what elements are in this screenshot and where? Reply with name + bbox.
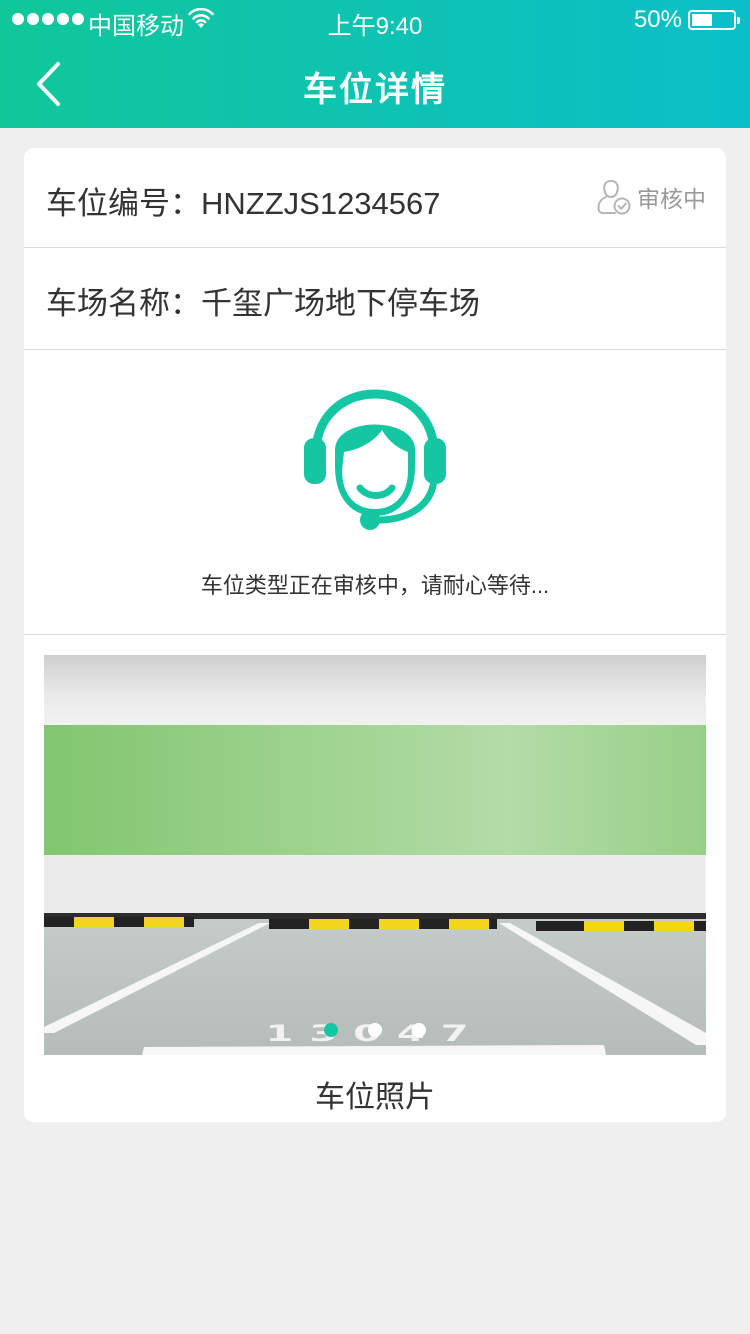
carousel-dot[interactable] <box>412 1023 426 1037</box>
header-bar: 中国移动 上午9:40 50% 车位详情 <box>0 0 750 128</box>
review-message: 车位类型正在审核中，请耐心等待... <box>200 573 550 598</box>
carousel-dot[interactable] <box>368 1023 382 1037</box>
battery-icon <box>688 10 740 30</box>
customer-service-icon <box>304 389 446 530</box>
carousel-dot[interactable] <box>324 1023 338 1037</box>
battery-percent: 50% <box>633 6 682 33</box>
parking-photo-carousel[interactable]: 13047 <box>44 655 706 1055</box>
nav-bar: 车位详情 <box>0 40 750 128</box>
user-check-icon <box>597 179 631 215</box>
photo-caption: 车位照片 <box>315 1081 435 1114</box>
review-status-label: 审核中 <box>637 186 706 212</box>
review-section: 车位类型正在审核中，请耐心等待... <box>24 350 726 635</box>
parking-space-photo: 13047 <box>44 655 706 1055</box>
page-title: 车位详情 <box>303 71 447 109</box>
space-number: 车位编号：HNZZJS1234567 <box>46 186 441 221</box>
status-bar: 中国移动 上午9:40 50% <box>0 0 750 40</box>
review-status-badge[interactable]: 审核中 <box>597 178 706 216</box>
lot-name: 车场名称：千玺广场地下停车场 <box>46 286 480 321</box>
lot-name-row: 车场名称：千玺广场地下停车场 <box>24 248 726 350</box>
parking-space-card: 车位编号：HNZZJS1234567 审核中 车场名称：千玺广场地下停车场 车位… <box>24 148 726 1122</box>
carousel-indicators <box>44 1023 706 1037</box>
space-number-row: 车位编号：HNZZJS1234567 审核中 <box>24 148 726 248</box>
